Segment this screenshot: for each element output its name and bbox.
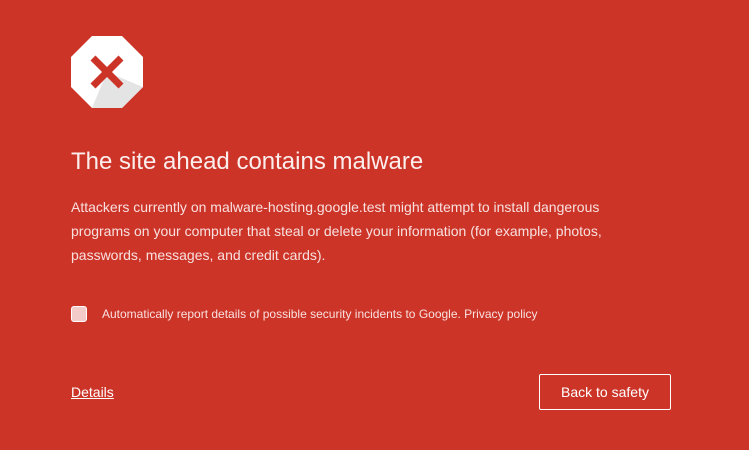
octagon-x-icon [71,36,143,108]
report-checkbox[interactable] [71,306,87,322]
report-option: Automatically report details of possible… [71,306,671,322]
details-link[interactable]: Details [71,384,114,400]
malware-warning-icon [71,36,143,108]
page-title: The site ahead contains malware [71,148,424,175]
report-label: Automatically report details of possible… [102,307,538,321]
back-to-safety-button[interactable]: Back to safety [539,374,671,410]
warning-description: Attackers currently on malware-hosting.g… [71,199,602,263]
